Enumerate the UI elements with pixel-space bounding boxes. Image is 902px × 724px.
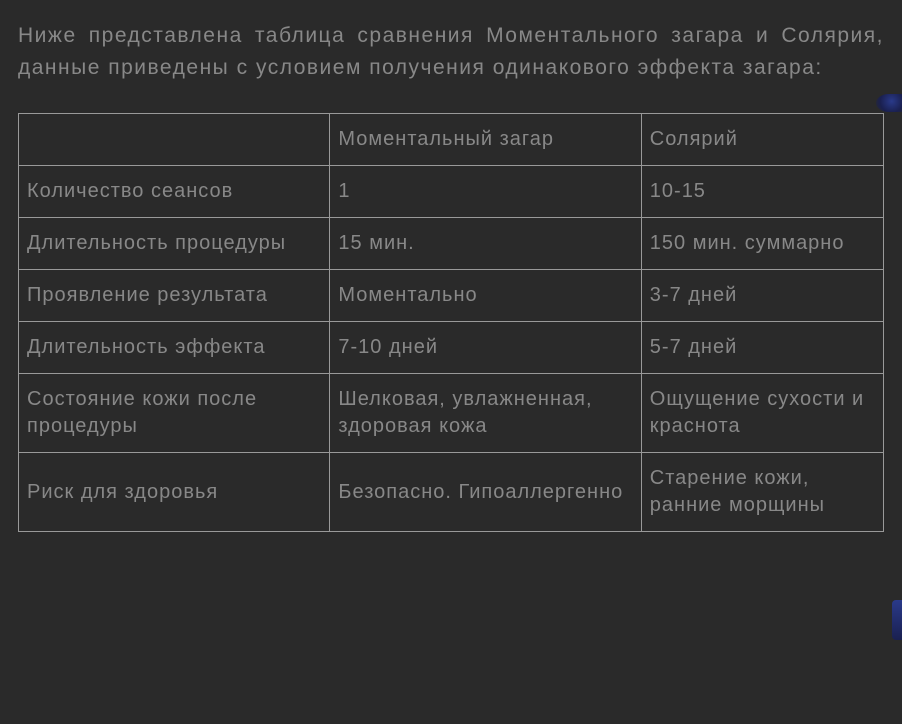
row-label: Длительность эффекта [19, 322, 330, 374]
table-row: Длительность процедуры 15 мин. 150 мин. … [19, 218, 884, 270]
table-row: Длительность эффекта 7-10 дней 5-7 дней [19, 322, 884, 374]
row-col1: 15 мин. [330, 218, 641, 270]
header-momental: Моментальный загар [330, 114, 641, 166]
row-label: Риск для здоровья [19, 453, 330, 532]
intro-paragraph: Ниже представлена таблица сравнения Моме… [18, 20, 884, 83]
row-col1: Шелковая, увлажненная, здоровая кожа [330, 374, 641, 453]
table-header-row: Моментальный загар Солярий [19, 114, 884, 166]
row-label: Проявление результата [19, 270, 330, 322]
row-col2: 10-15 [641, 166, 883, 218]
row-col2: 5-7 дней [641, 322, 883, 374]
decor-bar-icon [892, 600, 902, 640]
table-row: Состояние кожи после процедуры Шелковая,… [19, 374, 884, 453]
table-row: Количество сеансов 1 10-15 [19, 166, 884, 218]
comparison-table: Моментальный загар Солярий Количество се… [18, 113, 884, 532]
row-label: Длительность процедуры [19, 218, 330, 270]
header-blank [19, 114, 330, 166]
row-col2: Ощущение сухости и краснота [641, 374, 883, 453]
row-col1: 1 [330, 166, 641, 218]
header-solarium: Солярий [641, 114, 883, 166]
row-col2: 150 мин. суммарно [641, 218, 883, 270]
row-col2: Старение кожи, ранние морщины [641, 453, 883, 532]
table-row: Проявление результата Моментально 3-7 дн… [19, 270, 884, 322]
row-col2: 3-7 дней [641, 270, 883, 322]
decor-blob-icon [876, 94, 902, 112]
table-row: Риск для здоровья Безопасно. Гипоаллерге… [19, 453, 884, 532]
row-col1: Безопасно. Гипоаллергенно [330, 453, 641, 532]
row-label: Состояние кожи после процедуры [19, 374, 330, 453]
row-col1: 7-10 дней [330, 322, 641, 374]
row-label: Количество сеансов [19, 166, 330, 218]
row-col1: Моментально [330, 270, 641, 322]
